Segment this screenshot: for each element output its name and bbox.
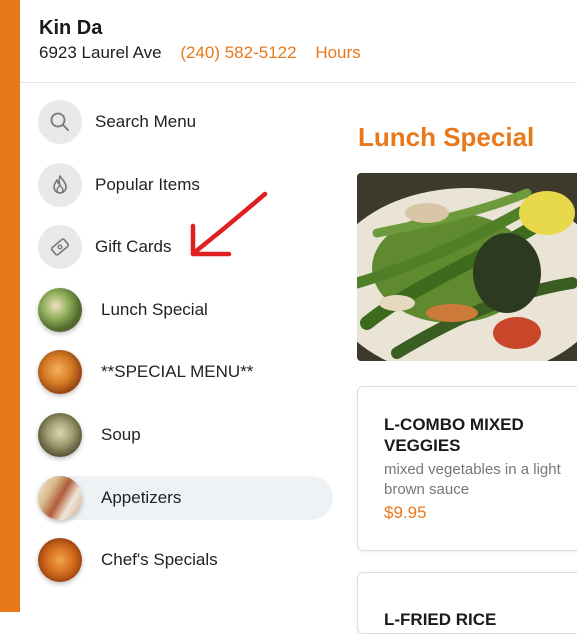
gift-card-icon: [38, 225, 82, 270]
section-title: Lunch Special: [358, 122, 535, 152]
hours-link[interactable]: Hours: [315, 43, 360, 62]
nav-item-soup[interactable]: Soup: [38, 412, 333, 457]
nav-label: Appetizers: [101, 487, 182, 507]
appetizers-thumbnail: [38, 475, 82, 520]
restaurant-name: Kin Da: [39, 17, 103, 39]
chefs-specials-thumbnail: [38, 538, 82, 583]
nav-label: Search Menu: [95, 112, 197, 131]
menu-item-description: mixed vegetables in a light brown sauce: [384, 461, 561, 498]
restaurant-header: Kin Da 6923 Laurel Ave (240) 582-5122 Ho…: [20, 0, 577, 83]
soup-thumbnail: [38, 412, 82, 457]
nav-item-appetizers[interactable]: Appetizers: [38, 475, 333, 520]
nav-item-lunch-special[interactable]: Lunch Special: [38, 287, 333, 332]
menu-item-price: $9.95: [384, 503, 427, 522]
menu-item-card[interactable]: L-FRIED RICE: [357, 572, 577, 634]
nav-label: Lunch Special: [101, 299, 208, 319]
nav-label: **SPECIAL MENU**: [101, 362, 254, 382]
restaurant-info: 6923 Laurel Ave (240) 582-5122 Hours: [39, 43, 361, 63]
restaurant-address: 6923 Laurel Ave: [39, 43, 162, 62]
nav-label: Chef's Specials: [101, 550, 218, 570]
category-nav: Search Menu Popular Items Gift Cards Lun…: [38, 100, 333, 601]
nav-item-chefs-specials[interactable]: Chef's Specials: [38, 538, 333, 583]
brand-accent-bar: [0, 0, 20, 612]
nav-item-search-menu[interactable]: Search Menu: [38, 100, 333, 144]
menu-item-card[interactable]: L-COMBO MIXED VEGGIES mixed vegetables i…: [357, 386, 577, 551]
special-menu-thumbnail: [38, 350, 82, 395]
section-hero-image: [357, 173, 577, 361]
menu-item-name: L-COMBO MIXED VEGGIES: [384, 415, 524, 455]
phone-link[interactable]: (240) 582-5122: [180, 43, 296, 62]
lunch-special-thumbnail: [38, 287, 82, 332]
annotation-arrow-icon: [190, 191, 268, 257]
flame-icon: [38, 162, 82, 207]
menu-item-name: L-FRIED RICE: [384, 610, 497, 629]
nav-label: Gift Cards: [95, 237, 172, 257]
search-icon: [38, 100, 82, 144]
nav-label: Soup: [101, 424, 141, 444]
nav-item-special-menu[interactable]: **SPECIAL MENU**: [38, 350, 333, 395]
